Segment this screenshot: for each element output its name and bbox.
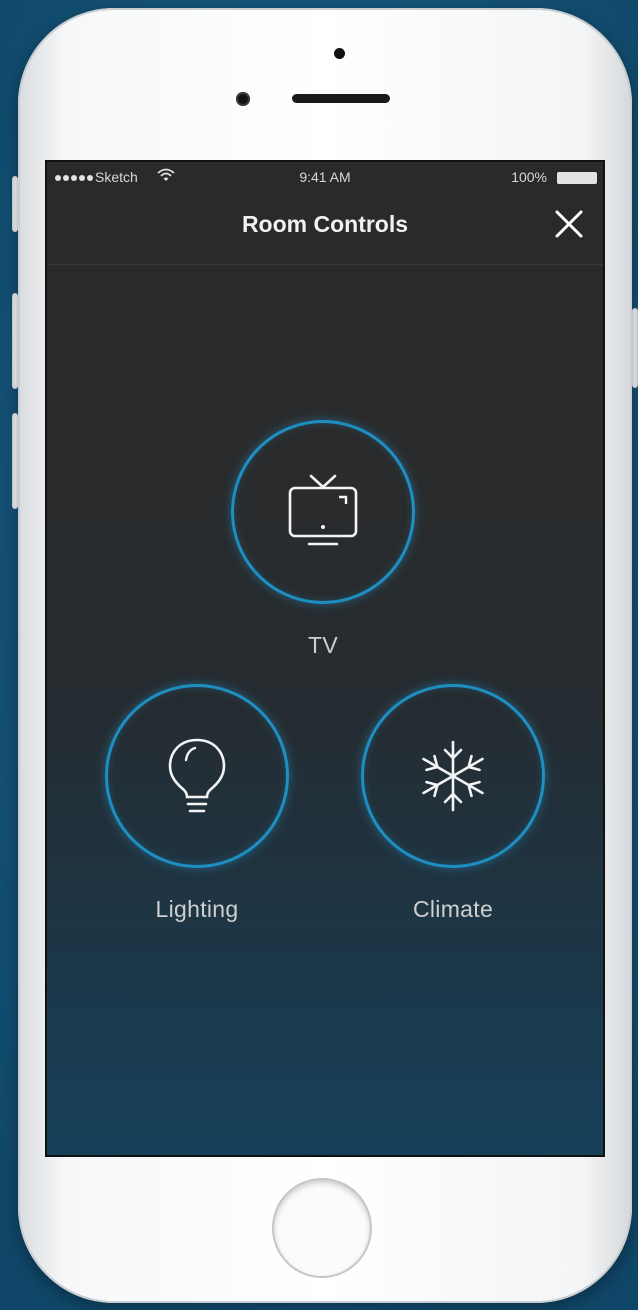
earpiece-speaker: [292, 94, 390, 103]
volume-up-button: [12, 293, 18, 389]
home-button[interactable]: [274, 1180, 370, 1276]
tv-icon: [288, 474, 358, 546]
tv-button[interactable]: [231, 420, 415, 604]
app-screen: Sketch 9:41 AM 100% Room Controls TV Lig…: [47, 162, 603, 1155]
lighting-label: Lighting: [155, 896, 239, 922]
climate-control[interactable]: Climate: [333, 684, 573, 930]
climate-label: Climate: [412, 896, 494, 922]
proximity-sensor: [334, 48, 345, 59]
front-camera: [236, 92, 250, 106]
climate-button[interactable]: [361, 684, 545, 868]
volume-down-button: [12, 413, 18, 509]
power-button: [632, 308, 638, 388]
mute-switch: [12, 176, 18, 232]
battery-percentage: 100%: [511, 169, 547, 185]
snowflake-icon: [422, 740, 484, 812]
lightbulb-icon: [168, 738, 226, 813]
battery-icon: [557, 172, 597, 184]
lighting-button[interactable]: [105, 684, 289, 868]
tv-label: TV: [308, 632, 338, 658]
navigation-bar: Room Controls: [47, 194, 603, 265]
close-icon[interactable]: [547, 202, 591, 246]
status-bar: Sketch 9:41 AM 100%: [47, 162, 603, 194]
lighting-control[interactable]: Lighting: [77, 684, 317, 930]
page-title: Room Controls: [241, 211, 409, 237]
tv-control[interactable]: TV: [203, 420, 443, 666]
